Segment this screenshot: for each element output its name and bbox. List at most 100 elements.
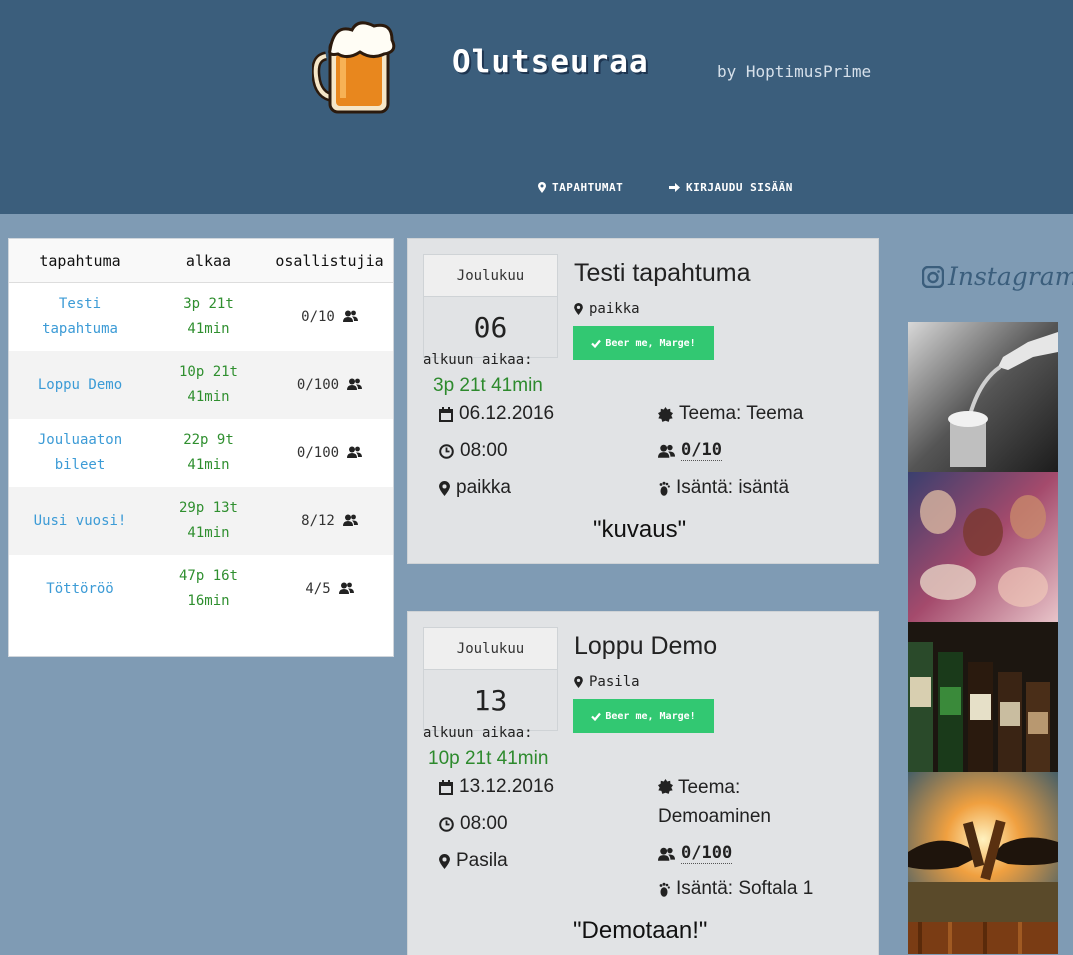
instagram-photo-toast[interactable] — [908, 472, 1058, 622]
event-date-text: 13.12.2016 — [459, 776, 555, 797]
nav-tapahtumat[interactable]: TAPAHTUMAT — [538, 181, 623, 194]
event-time-text: 08:00 — [460, 813, 508, 834]
event-participants: 0/100 — [266, 373, 393, 398]
users-icon — [347, 446, 363, 458]
countdown-label: alkuun aikaa: — [423, 352, 533, 368]
event-participants: 0/100 — [266, 441, 393, 466]
start-line: 41min — [187, 457, 230, 473]
event-name-line: Uusi vuosi! — [33, 512, 127, 529]
nav-login[interactable]: KIRJAUDU SISÄÄN — [669, 181, 793, 194]
date-day: 13 — [424, 670, 557, 730]
users-icon — [347, 378, 363, 390]
start-line: 3p 21t — [183, 296, 234, 312]
events-table: tapahtuma alkaa osallistujia Testi tapaht… — [8, 238, 394, 657]
users-icon — [338, 582, 354, 594]
table-row[interactable]: Jouluaaton bileet 22p 9t 41min 0/100 — [9, 419, 393, 487]
instagram-photo-barrels[interactable] — [908, 922, 1058, 954]
table-body: Testi tapahtuma 3p 21t 41min 0/10 Loppu De… — [9, 283, 393, 623]
event-participants: 0/100 — [658, 843, 733, 864]
event-participants: 0/10 — [658, 440, 722, 461]
site-title[interactable]: Olutseuraa — [452, 44, 649, 80]
event-date: 06.12.2016 — [439, 403, 554, 425]
start-line: 41min — [187, 321, 230, 337]
beer-me-button[interactable]: Beer me, Marge! — [573, 326, 714, 360]
instagram-photo-bottles[interactable] — [908, 622, 1058, 772]
event-theme-text: Teema: — [677, 777, 741, 798]
participant-count: 0/100 — [296, 444, 340, 461]
event-time: 08:00 — [439, 440, 508, 462]
event-participants: 8/12 — [266, 509, 393, 534]
event-host: Isäntä: isäntä — [658, 477, 789, 499]
check-icon — [591, 712, 602, 721]
event-place-small-label: paikka — [589, 301, 640, 317]
nav-login-label: KIRJAUDU SISÄÄN — [686, 181, 793, 194]
event-time-text: 08:00 — [460, 440, 508, 461]
column-header-event[interactable]: tapahtuma — [9, 252, 151, 270]
column-header-participants[interactable]: osallistujia — [266, 252, 393, 270]
event-card: Joulukuu 13 alkuun aikaa: 10p 21t 41min … — [407, 611, 879, 955]
table-row[interactable]: Töttöröö 47p 16t 16min 4/5 — [9, 555, 393, 623]
countdown-value: 3p 21t 41min — [433, 375, 543, 396]
start-line: 47p 16t — [178, 568, 238, 584]
main-nav: TAPAHTUMAT KIRJAUDU SISÄÄN — [0, 181, 1073, 199]
site-author: by HoptimusPrime — [717, 62, 872, 81]
table-row[interactable]: Uusi vuosi! 29p 13t 41min 8/12 — [9, 487, 393, 555]
users-icon — [658, 847, 675, 861]
event-theme-value: Demoaminen — [658, 806, 771, 827]
event-link[interactable]: Jouluaaton bileet — [9, 428, 151, 478]
date-box: Joulukuu 06 — [423, 254, 558, 358]
start-line: 41min — [187, 525, 230, 541]
beer-me-button[interactable]: Beer me, Marge! — [573, 699, 714, 733]
clock-icon — [439, 443, 454, 459]
participants-value[interactable]: 0/100 — [681, 843, 733, 864]
event-host-text: Isäntä: isäntä — [676, 477, 790, 498]
event-name-line: bileet — [54, 457, 106, 473]
countdown-label: alkuun aikaa: — [423, 725, 533, 741]
event-link[interactable]: Töttöröö — [9, 577, 151, 602]
event-start: 29p 13t 41min — [151, 496, 266, 546]
start-line: 10p 21t — [178, 364, 238, 380]
start-line: 16min — [187, 593, 230, 609]
event-place-small: paikka — [574, 301, 640, 317]
event-date: 13.12.2016 — [439, 776, 554, 798]
table-header: tapahtuma alkaa osallistujia — [9, 239, 393, 283]
map-marker-icon — [439, 480, 450, 496]
event-name-line: Jouluaaton — [37, 432, 123, 448]
event-participants: 4/5 — [266, 577, 393, 602]
event-theme: Teema: Demoaminen — [658, 773, 858, 831]
event-start: 3p 21t 41min — [151, 292, 266, 342]
beer-mug-logo — [312, 21, 396, 114]
footprint-icon — [659, 481, 670, 496]
event-link[interactable]: Uusi vuosi! — [9, 509, 151, 534]
event-host: Isäntä: Softala 1 — [658, 878, 813, 900]
participant-count: 0/10 — [301, 308, 335, 325]
event-link[interactable]: Testi tapahtuma — [9, 292, 151, 342]
instagram-photo-sunset[interactable] — [908, 772, 1058, 922]
date-box: Joulukuu 13 — [423, 627, 558, 731]
event-link[interactable]: Loppu Demo — [9, 373, 151, 398]
check-icon — [591, 339, 602, 348]
table-row[interactable]: Loppu Demo 10p 21t 41min 0/100 — [9, 351, 393, 419]
nav-tapahtumat-label: TAPAHTUMAT — [552, 181, 624, 194]
event-theme-text: Teema: Teema — [679, 403, 804, 424]
table-row[interactable]: Testi tapahtuma 3p 21t 41min 0/10 — [9, 283, 393, 351]
map-marker-icon — [439, 853, 450, 869]
instagram-photo-pour[interactable] — [908, 322, 1058, 472]
participants-value[interactable]: 0/10 — [681, 440, 722, 461]
clock-icon — [439, 816, 454, 832]
event-place-text: Pasila — [456, 850, 508, 871]
event-title: Loppu Demo — [574, 632, 718, 660]
column-header-start[interactable]: alkaa — [151, 252, 266, 270]
instagram-header[interactable]: Instagram — [922, 262, 1073, 291]
event-description: "kuvaus" — [593, 516, 687, 543]
footprint-icon — [659, 882, 670, 897]
map-marker-icon — [574, 303, 583, 315]
event-time: 08:00 — [439, 813, 508, 835]
map-marker-icon — [574, 676, 583, 688]
event-date-text: 06.12.2016 — [459, 403, 555, 424]
calendar-icon — [439, 406, 453, 422]
event-place: Pasila — [439, 850, 508, 872]
event-start: 10p 21t 41min — [151, 360, 266, 410]
site-header: Olutseuraa by HoptimusPrime TAPAHTUMAT K… — [0, 0, 1073, 214]
event-name-line: Töttöröö — [46, 580, 114, 597]
